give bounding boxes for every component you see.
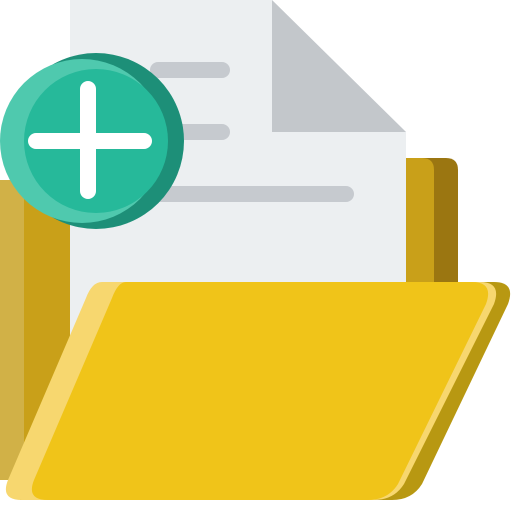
document-line-1: [150, 62, 230, 78]
plus-horizontal: [28, 133, 152, 149]
add-to-folder-icon: [0, 0, 512, 512]
folder-front: [5, 282, 511, 500]
document-line-3: [150, 186, 354, 202]
document-fold: [272, 0, 406, 132]
